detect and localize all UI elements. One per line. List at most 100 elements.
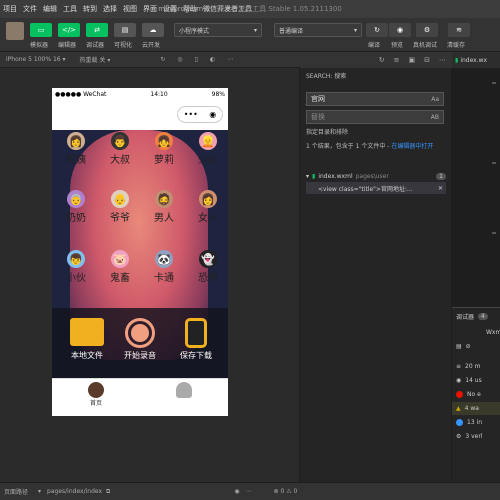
- cloud-icon: ☁: [149, 26, 157, 34]
- chevron-down-icon[interactable]: ▾: [38, 488, 41, 495]
- search-input[interactable]: 官网 Aa: [306, 92, 444, 106]
- man-avatar-icon: 🧔: [155, 190, 173, 208]
- more-icon[interactable]: ⋯: [227, 56, 233, 63]
- editor-button[interactable]: </>: [58, 23, 80, 37]
- include-exclude-toggle[interactable]: 指定目录和排除: [306, 128, 446, 138]
- result-summary: 1 个结果，包含于 1 个文件中 - 在编辑器中打开: [306, 143, 434, 150]
- console-row-user-messages[interactable]: ◉ 14 us: [452, 374, 500, 387]
- kichiku-avatar-icon: 🐷: [111, 250, 129, 268]
- page-path[interactable]: pages/index/index: [47, 488, 102, 495]
- visual-label: 可视化: [114, 42, 133, 49]
- visual-button[interactable]: ▤: [114, 23, 136, 37]
- collapse-icon[interactable]: ⊟: [424, 56, 430, 64]
- remote-debug-button[interactable]: ⚙: [416, 23, 438, 37]
- mode-select[interactable]: 小程序模式 ▾: [174, 23, 262, 37]
- menubar: miniprogram-1 - 微信开发者工具 Stable 1.05.2111…: [0, 0, 500, 18]
- record-icon: [125, 318, 155, 348]
- cartoon-avatar-icon: 🐼: [155, 250, 173, 268]
- rotate-icon[interactable]: ↻: [160, 56, 165, 63]
- console-row-messages[interactable]: ≡ 20 m: [452, 360, 500, 373]
- voice-item-uncle[interactable]: 👨 大叔: [100, 132, 140, 166]
- voice-item-girl[interactable]: 👱 少女: [188, 132, 228, 166]
- menu-file[interactable]: 文件: [20, 4, 40, 14]
- voice-item-man[interactable]: 🧔 男人: [144, 190, 184, 224]
- menu-settings[interactable]: 设置: [160, 4, 180, 14]
- sidebar-toggle-icon[interactable]: ▤: [456, 343, 462, 350]
- phone-icon[interactable]: ▯: [195, 56, 198, 63]
- device-select[interactable]: iPhone 5 100% 16 ▾: [6, 56, 66, 63]
- menu-edit[interactable]: 编辑: [40, 4, 60, 14]
- avatar[interactable]: [6, 22, 24, 40]
- tab-wxml[interactable]: Wxm: [452, 326, 500, 339]
- eye-icon[interactable]: ◉: [234, 488, 239, 495]
- volume-icon[interactable]: ◐: [210, 56, 215, 63]
- phone-icon: ▭: [37, 26, 45, 34]
- problems-counter[interactable]: ⊗ 0 ⚠ 0: [274, 488, 298, 495]
- simulator-button[interactable]: ▭: [30, 23, 52, 37]
- voice-item-cartoon[interactable]: 🐼 卡通: [144, 250, 184, 284]
- clear-cache-button[interactable]: ≋: [448, 23, 470, 37]
- preview-button[interactable]: ◉: [389, 23, 411, 37]
- console-row-warnings[interactable]: ▲ 4 wa: [452, 402, 500, 415]
- close-icon[interactable]: ✕: [438, 185, 443, 192]
- phone-status-bar: ●●●●● WeChat 14:10 98%: [52, 88, 228, 100]
- tab-home[interactable]: 首页: [76, 382, 116, 407]
- compile-label: 编译: [368, 42, 381, 49]
- result-match-row[interactable]: <view class="title">官网地址:... ✕: [306, 182, 446, 194]
- capsule-button[interactable]: ••• ◉: [177, 106, 223, 123]
- code-icon: </>: [61, 26, 77, 34]
- copy-icon[interactable]: ⧉: [106, 488, 110, 496]
- record-icon[interactable]: ◎: [177, 56, 182, 63]
- compile-button[interactable]: ↻: [366, 23, 388, 37]
- open-in-editor-link[interactable]: 在编辑器中打开: [391, 143, 433, 150]
- menu-project[interactable]: 项目: [0, 4, 20, 14]
- save-download-button[interactable]: 保存下载: [168, 318, 224, 361]
- new-search-icon[interactable]: ▣: [409, 56, 416, 64]
- voice-item-grandma[interactable]: 👵 奶奶: [56, 190, 96, 224]
- console-row-info[interactable]: 13 in: [452, 416, 500, 429]
- refresh-icon[interactable]: ↻: [379, 56, 385, 64]
- more-icon[interactable]: ⋯: [439, 56, 446, 64]
- more-icon[interactable]: ⋯: [246, 488, 252, 495]
- compile-select[interactable]: 普通编译 ▾: [274, 23, 362, 37]
- match-case-toggle[interactable]: Aa: [431, 96, 439, 103]
- battery: 98%: [211, 90, 225, 98]
- voice-item-aunt[interactable]: 👩 阿姨: [56, 132, 96, 166]
- more-icon[interactable]: •••: [184, 110, 198, 119]
- phone-tab-bar: 首页: [52, 378, 228, 416]
- debugger-button[interactable]: ⇄: [86, 23, 108, 37]
- close-target-icon[interactable]: ◉: [209, 110, 216, 119]
- layers-icon: ≋: [456, 26, 462, 34]
- menu-tools[interactable]: 工具: [60, 4, 80, 14]
- clear-cache-label: 清缓存: [447, 42, 466, 49]
- result-file-row[interactable]: ▾ ▮ index.wxml pages\user 1: [306, 170, 446, 182]
- hot-reload-select[interactable]: 热重载 关 ▾: [80, 55, 111, 64]
- menu-view[interactable]: 视图: [120, 4, 140, 14]
- editor-tab[interactable]: ▮ index.wx: [452, 52, 500, 68]
- debugger-panel: 调试器 4 Wxm ▤ ⊘ ≡ 20 m ◉ 14 us No e ▲ 4 wa 13…: [452, 307, 500, 482]
- user-icon: ◉: [456, 377, 462, 384]
- voice-item-kichiku[interactable]: 🐷 鬼畜: [100, 250, 140, 284]
- tab-user[interactable]: [164, 382, 204, 398]
- voice-item-guy[interactable]: 👦 小伙: [56, 250, 96, 284]
- voice-item-loli[interactable]: 👧 萝莉: [144, 132, 184, 166]
- local-file-button[interactable]: 本地文件: [62, 318, 112, 361]
- console-row-verbose[interactable]: ⚙ 3 verl: [452, 430, 500, 443]
- voice-item-grandpa[interactable]: 👴 爷爷: [100, 190, 140, 224]
- voice-item-woman[interactable]: 👩 女人: [188, 190, 228, 224]
- clear-results-icon[interactable]: ≡: [394, 56, 400, 64]
- replace-input[interactable]: 替换 AB: [306, 110, 444, 124]
- menu-interface[interactable]: 界面: [140, 4, 160, 14]
- menu-select[interactable]: 选择: [100, 4, 120, 14]
- console-row-errors[interactable]: No e: [452, 388, 500, 401]
- menu-help[interactable]: 帮助: [180, 4, 200, 14]
- menu-goto[interactable]: 转到: [80, 4, 100, 14]
- cloud-button[interactable]: ☁: [142, 23, 164, 37]
- replace-all-button[interactable]: AB: [431, 114, 439, 121]
- chevron-down-icon: ▾: [253, 26, 257, 34]
- voice-item-horror[interactable]: 👻 恐怖: [188, 250, 228, 284]
- download-icon: [185, 318, 207, 348]
- menu-wechat-devtools[interactable]: 微信开发者工具: [200, 4, 255, 14]
- clear-console-icon[interactable]: ⊘: [466, 343, 471, 350]
- start-record-button[interactable]: 开始录音: [115, 318, 165, 361]
